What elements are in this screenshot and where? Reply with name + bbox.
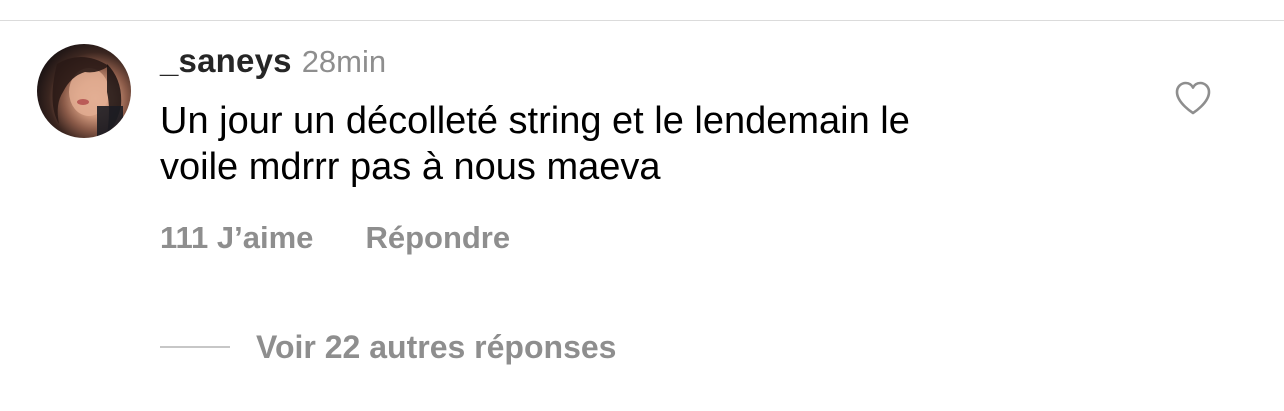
reply-button[interactable]: Répondre — [365, 220, 510, 256]
view-replies-label: Voir 22 autres réponses — [256, 328, 617, 365]
view-replies-button[interactable]: Voir 22 autres réponses — [160, 325, 616, 369]
comment: _saneys 28min Un jour un décolleté strin… — [0, 0, 1284, 411]
timestamp: 28min — [301, 44, 387, 79]
heart-icon[interactable] — [1174, 80, 1212, 116]
comment-text-line-1: Un jour un décolleté string et le lendem… — [160, 100, 910, 142]
replies-divider-line — [160, 346, 230, 348]
avatar-photo — [52, 56, 123, 138]
comment-actions: 111 J’aime Répondre — [160, 216, 510, 260]
likes-count[interactable]: 111 J’aime — [160, 220, 313, 256]
username[interactable]: _saneys — [160, 42, 292, 80]
comment-header: _saneys 28min — [160, 42, 386, 82]
comment-text-line-2: voile mdrrr pas à nous maeva — [160, 146, 661, 188]
avatar[interactable] — [37, 44, 131, 138]
comment-text: Un jour un décolleté string et le lendem… — [160, 98, 1060, 190]
